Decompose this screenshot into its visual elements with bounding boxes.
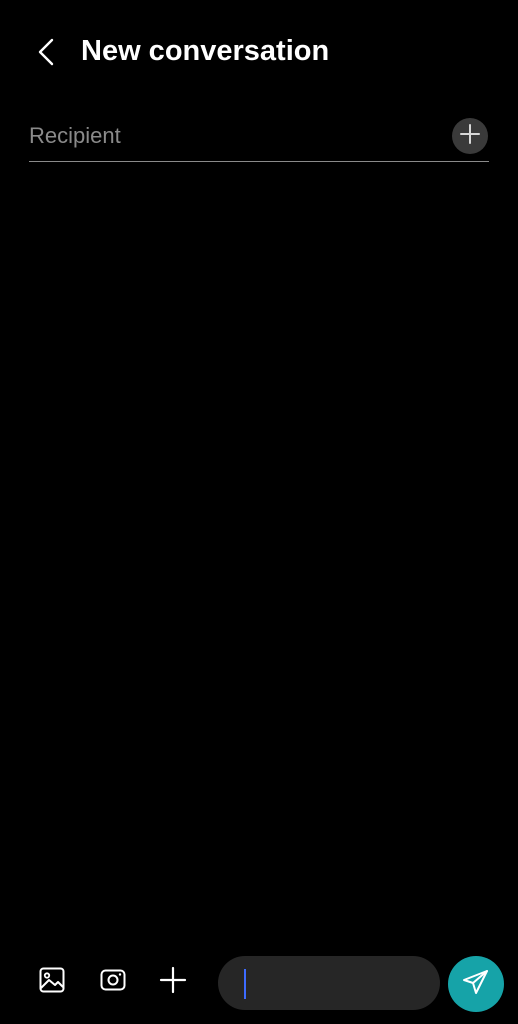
message-input[interactable] bbox=[246, 967, 426, 999]
send-icon bbox=[461, 967, 491, 1002]
recipient-underline bbox=[29, 161, 489, 162]
more-attachments-button[interactable] bbox=[153, 962, 193, 1002]
message-composer bbox=[0, 950, 518, 1020]
add-recipient-button[interactable] bbox=[452, 118, 488, 154]
camera-icon bbox=[99, 966, 127, 999]
page-title: New conversation bbox=[81, 35, 330, 67]
recipient-input[interactable] bbox=[29, 120, 429, 152]
plus-icon bbox=[459, 123, 481, 150]
text-cursor bbox=[244, 969, 246, 999]
new-conversation-screen: New conversation bbox=[0, 0, 518, 1024]
recipient-row bbox=[29, 112, 489, 162]
message-field[interactable] bbox=[218, 956, 440, 1010]
send-button[interactable] bbox=[448, 956, 504, 1012]
back-button[interactable] bbox=[26, 30, 66, 74]
attach-image-button[interactable] bbox=[32, 962, 72, 1002]
plus-icon bbox=[159, 966, 187, 999]
chevron-left-icon bbox=[36, 37, 56, 67]
header: New conversation bbox=[0, 0, 518, 100]
image-icon bbox=[38, 966, 66, 999]
camera-button[interactable] bbox=[93, 962, 133, 1002]
